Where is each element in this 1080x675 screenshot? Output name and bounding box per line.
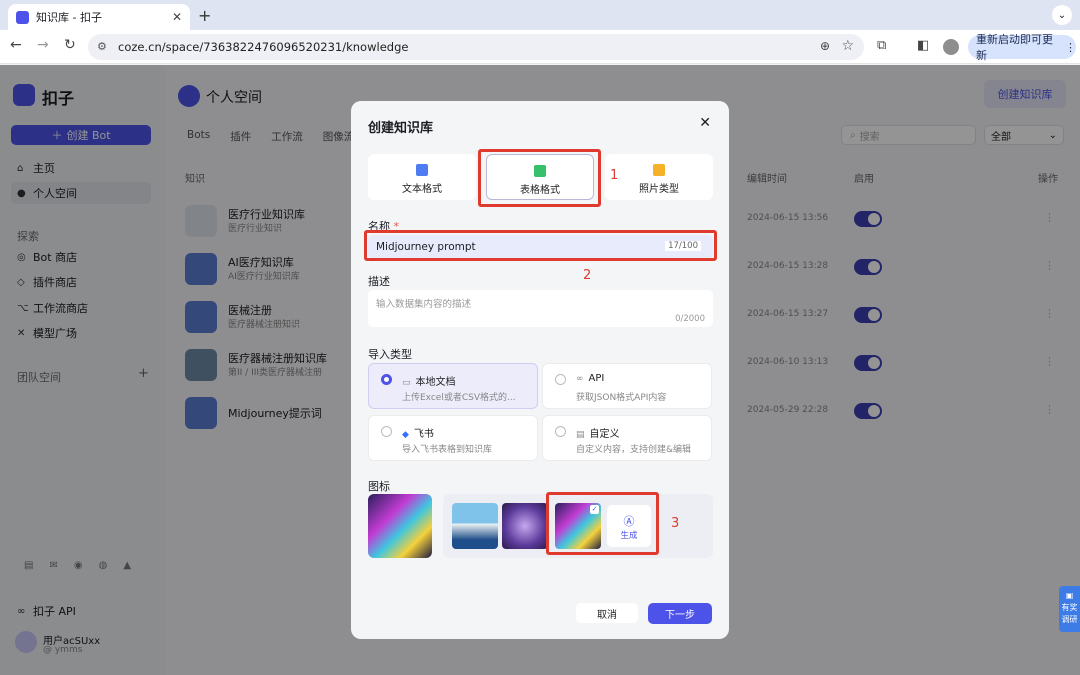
bookmark-star-icon[interactable]: ☆ <box>841 38 854 54</box>
icon-option-bus[interactable] <box>452 503 498 549</box>
radio-selected[interactable] <box>381 374 392 385</box>
selected-icon-preview <box>368 494 432 558</box>
side-panel-icon[interactable]: ◧ <box>917 38 929 53</box>
import-sub: 自定义内容，支持创建&编辑 <box>576 445 692 455</box>
annotation-number: 3 <box>671 516 680 531</box>
browser-tab-strip: 知识库 - 扣子 ✕ + ⌄ <box>0 0 1080 30</box>
annotation-box-format <box>478 149 601 207</box>
format-label: 文本格式 <box>402 184 442 195</box>
back-icon[interactable]: ← <box>10 37 22 53</box>
more-icon: ⋮ <box>1065 40 1076 54</box>
link-icon: ∞ <box>576 374 584 384</box>
new-tab-icon[interactable]: + <box>198 6 211 25</box>
format-text-option[interactable]: 文本格式 <box>368 154 476 200</box>
import-local-doc[interactable]: ▭ 本地文档上传Excel或者CSV格式的... <box>368 363 538 409</box>
import-feishu[interactable]: ◆ 飞书导入飞书表格到知识库 <box>368 415 538 461</box>
update-button[interactable]: 重新启动即可更新 ⋮ <box>968 33 1076 62</box>
import-custom[interactable]: ▤ 自定义自定义内容，支持创建&编辑 <box>542 415 712 461</box>
url-text: coze.cn/space/7363822476096520231/knowle… <box>118 40 409 54</box>
icon-label: 图标 <box>368 480 390 493</box>
radio[interactable] <box>555 374 566 385</box>
import-sub: 获取JSON格式API内容 <box>576 393 667 403</box>
desc-counter: 0/2000 <box>675 314 705 324</box>
cancel-button[interactable]: 取消 <box>576 603 638 623</box>
annotation-number: 1 <box>610 168 619 183</box>
desc-placeholder: 输入数据集内容的描述 <box>376 299 472 310</box>
import-api[interactable]: ∞ API 获取JSON格式API内容 <box>542 363 712 409</box>
survey-icon: ▣ <box>1065 591 1074 600</box>
description-textarea[interactable]: 输入数据集内容的描述 0/2000 <box>368 290 713 327</box>
annotation-box-name <box>364 230 717 261</box>
desc-label: 描述 <box>368 275 390 288</box>
reload-icon[interactable]: ↻ <box>64 37 76 53</box>
survey-label: 有奖调研 <box>1061 603 1078 624</box>
annotation-number: 2 <box>583 268 592 283</box>
radio[interactable] <box>555 426 566 437</box>
site-info-icon[interactable]: ⚙ <box>97 40 107 53</box>
survey-button[interactable]: ▣ 有奖调研 <box>1059 586 1080 632</box>
next-button[interactable]: 下一步 <box>648 603 712 624</box>
browser-toolbar: ← → ↻ ⚙ coze.cn/space/736382247609652023… <box>0 30 1080 64</box>
extensions-icon[interactable]: ⧉ <box>877 38 886 53</box>
format-image-option[interactable]: 照片类型 <box>605 154 713 200</box>
forward-icon[interactable]: → <box>37 37 49 53</box>
import-title: 飞书 <box>413 429 434 440</box>
icon-option-kaleidoscope[interactable] <box>502 503 548 549</box>
doc-icon: ▤ <box>576 430 585 440</box>
zoom-icon[interactable]: ⊕ <box>820 39 830 53</box>
import-type-label: 导入类型 <box>368 348 412 361</box>
import-title: 自定义 <box>589 429 620 440</box>
modal-title: 创建知识库 <box>368 121 434 136</box>
import-title: 本地文档 <box>415 377 456 388</box>
feishu-icon: ◆ <box>402 430 409 440</box>
address-bar[interactable]: ⚙ coze.cn/space/7363822476096520231/know… <box>88 34 864 60</box>
format-label: 照片类型 <box>639 184 679 195</box>
close-tab-icon[interactable]: ✕ <box>172 10 182 24</box>
import-title: API <box>588 373 605 384</box>
tab-title: 知识库 - 扣子 <box>36 11 102 24</box>
browser-tab[interactable]: 知识库 - 扣子 ✕ <box>8 4 190 30</box>
annotation-box-icon <box>546 492 659 555</box>
image-format-icon <box>653 164 665 176</box>
coze-favicon-icon <box>16 10 29 24</box>
radio[interactable] <box>381 426 392 437</box>
close-icon[interactable]: ✕ <box>699 115 711 131</box>
import-sub: 导入飞书表格到知识库 <box>402 445 493 455</box>
text-format-icon <box>416 164 428 176</box>
update-label: 重新启动即可更新 <box>976 33 1053 62</box>
folder-icon: ▭ <box>402 378 411 388</box>
tab-search-icon[interactable]: ⌄ <box>1052 5 1072 25</box>
import-sub: 上传Excel或者CSV格式的... <box>402 393 516 403</box>
profile-avatar[interactable] <box>943 39 959 55</box>
